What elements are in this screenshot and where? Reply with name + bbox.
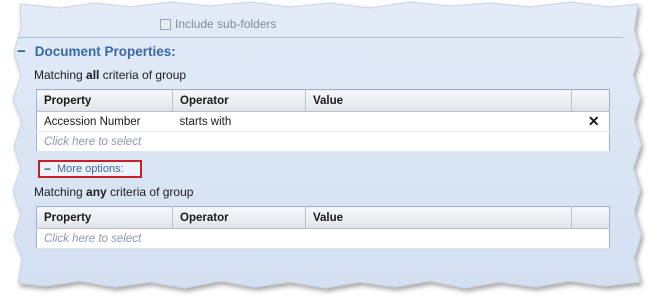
cell-property[interactable]: Accession Number bbox=[36, 111, 173, 132]
match-any-suffix: criteria of group bbox=[106, 185, 194, 199]
column-header-property[interactable]: Property bbox=[36, 89, 173, 112]
grid-header-row: Property Operator Value bbox=[36, 89, 610, 112]
collapse-minus-icon[interactable]: − bbox=[44, 162, 51, 177]
placeholder-row[interactable]: Click here to select bbox=[36, 228, 610, 249]
grid-header-row: Property Operator Value bbox=[36, 206, 610, 229]
column-header-actions bbox=[571, 89, 610, 112]
table-row[interactable]: Accession Number starts with ✕ bbox=[36, 111, 610, 132]
placeholder-row[interactable]: Click here to select bbox=[36, 131, 610, 152]
click-to-select-cell[interactable]: Click here to select bbox=[36, 131, 610, 152]
match-any-label: Matching any criteria of group bbox=[34, 185, 193, 199]
column-header-actions bbox=[571, 206, 610, 229]
remove-row-icon[interactable]: ✕ bbox=[571, 111, 610, 132]
column-header-operator[interactable]: Operator bbox=[172, 206, 306, 229]
collapse-minus-icon[interactable]: − bbox=[17, 44, 26, 59]
include-subfolders-option[interactable]: Include sub-folders bbox=[160, 17, 276, 31]
more-options-label[interactable]: More options: bbox=[57, 163, 124, 175]
include-subfolders-checkbox[interactable] bbox=[160, 18, 171, 30]
cell-operator[interactable]: starts with bbox=[172, 111, 306, 132]
column-header-value[interactable]: Value bbox=[305, 206, 572, 229]
match-all-label: Matching all criteria of group bbox=[34, 68, 186, 82]
column-header-property[interactable]: Property bbox=[36, 206, 173, 229]
more-options-toggle[interactable]: − More options: bbox=[38, 160, 142, 178]
match-any-prefix: Matching bbox=[34, 185, 87, 199]
document-properties-header[interactable]: − Document Properties: bbox=[17, 42, 176, 60]
column-header-operator[interactable]: Operator bbox=[172, 89, 306, 112]
click-to-select-cell[interactable]: Click here to select bbox=[36, 228, 610, 249]
any-criteria-grid: Property Operator Value Click here to se… bbox=[36, 206, 610, 249]
section-divider bbox=[18, 37, 623, 38]
match-all-prefix: Matching bbox=[34, 68, 87, 82]
cell-value[interactable] bbox=[305, 111, 572, 132]
all-criteria-grid: Property Operator Value Accession Number… bbox=[36, 89, 610, 152]
match-all-suffix: criteria of group bbox=[99, 68, 187, 82]
include-subfolders-label: Include sub-folders bbox=[175, 17, 277, 31]
match-all-keyword: all bbox=[86, 68, 100, 82]
section-title: Document Properties: bbox=[34, 43, 176, 59]
column-header-value[interactable]: Value bbox=[305, 89, 572, 112]
match-any-keyword: any bbox=[86, 185, 107, 199]
